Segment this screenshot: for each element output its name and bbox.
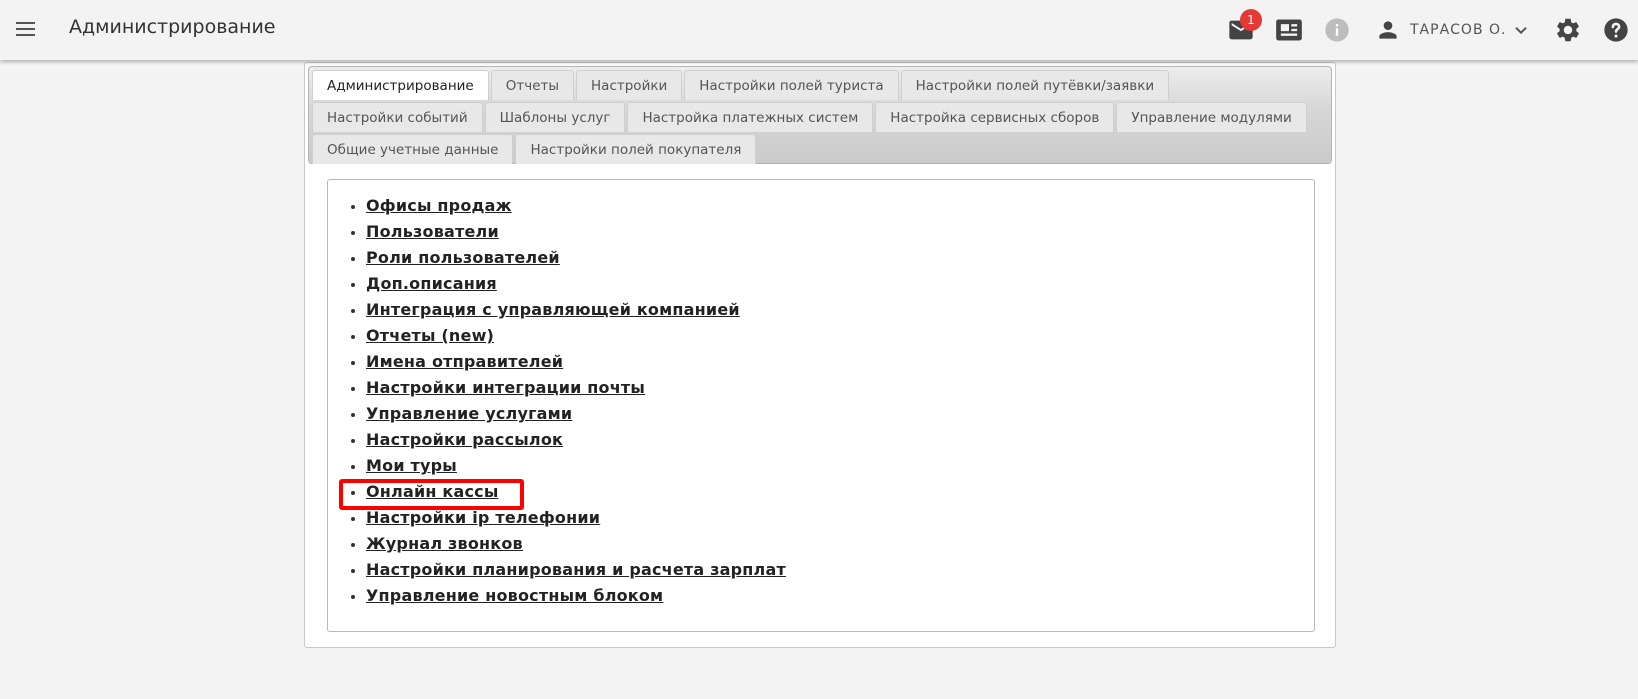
tab-8[interactable]: Настройка платежных систем xyxy=(627,102,874,132)
tab-3[interactable]: Настройки xyxy=(576,70,683,100)
admin-links-box: Офисы продаж Пользователи Роли пользовател… xyxy=(327,179,1315,632)
list-item: Онлайн кассы xyxy=(348,479,786,505)
info-icon[interactable] xyxy=(1323,16,1351,44)
bullet-icon xyxy=(351,231,355,235)
bullet-icon xyxy=(351,569,355,573)
list-item: Имена отправителей xyxy=(348,349,786,375)
page-title: Администрирование xyxy=(69,16,276,38)
tab-7[interactable]: Шаблоны услуг xyxy=(484,102,626,132)
tab-9[interactable]: Настройка сервисных сборов xyxy=(875,102,1115,132)
admin-link[interactable]: Онлайн кассы xyxy=(366,482,499,501)
tab-11[interactable]: Общие учетные данные xyxy=(312,134,514,164)
tab-10[interactable]: Управление модулями xyxy=(1116,102,1307,132)
admin-link[interactable]: Настройки интеграции почты xyxy=(366,378,645,397)
help-icon[interactable] xyxy=(1602,16,1630,44)
tab-5[interactable]: Настройки полей путёвки/заявки xyxy=(900,70,1170,100)
list-item: Настройки рассылок xyxy=(348,427,786,453)
top-app-bar: Администрирование 1 ТАРАСОВ О. xyxy=(0,0,1638,60)
admin-link[interactable]: Управление новостным блоком xyxy=(366,586,663,605)
tab-list: Администрирование Отчеты Настройки Настройк… xyxy=(312,70,1328,166)
admin-panel: Администрирование Отчеты Настройки Настройк… xyxy=(304,62,1336,648)
menu-icon[interactable] xyxy=(13,17,39,43)
person-icon xyxy=(1375,17,1401,43)
list-item: Роли пользователей xyxy=(348,245,786,271)
tab-12[interactable]: Настройки полей покупателя xyxy=(515,134,757,164)
list-item: Мои туры xyxy=(348,453,786,479)
admin-link[interactable]: Доп.описания xyxy=(366,274,497,293)
bullet-icon xyxy=(351,491,355,495)
bullet-icon xyxy=(351,205,355,209)
user-menu[interactable]: ТАРАСОВ О. xyxy=(1375,16,1532,44)
admin-link[interactable]: Интеграция с управляющей компанией xyxy=(366,300,740,319)
admin-link[interactable]: Настройки рассылок xyxy=(366,430,563,449)
list-item: Пользователи xyxy=(348,219,786,245)
list-item: Настройки интеграции почты xyxy=(348,375,786,401)
tab-2[interactable]: Отчеты xyxy=(490,70,575,100)
admin-link[interactable]: Роли пользователей xyxy=(366,248,560,267)
admin-link[interactable]: Журнал звонков xyxy=(366,534,523,553)
admin-link[interactable]: Настройки ip телефонии xyxy=(366,508,600,527)
list-item: Управление новостным блоком xyxy=(348,583,786,609)
tab-bar: Администрирование Отчеты Настройки Настройк… xyxy=(308,66,1332,164)
bullet-icon xyxy=(351,387,355,391)
user-name: ТАРАСОВ О. xyxy=(1410,22,1507,38)
admin-link[interactable]: Пользователи xyxy=(366,222,499,241)
list-item: Офисы продаж xyxy=(348,193,786,219)
bullet-icon xyxy=(351,517,355,521)
bullet-icon xyxy=(351,465,355,469)
gear-icon[interactable] xyxy=(1554,16,1582,44)
notification-badge: 1 xyxy=(1240,9,1262,31)
bullet-icon xyxy=(351,439,355,443)
list-item: Доп.описания xyxy=(348,271,786,297)
bullet-icon xyxy=(351,361,355,365)
admin-link[interactable]: Отчеты (new) xyxy=(366,326,494,345)
newspaper-icon[interactable] xyxy=(1275,16,1303,44)
bullet-icon xyxy=(351,309,355,313)
chevron-down-icon xyxy=(1510,19,1532,41)
bullet-icon xyxy=(351,283,355,287)
admin-link[interactable]: Управление услугами xyxy=(366,404,572,423)
admin-link[interactable]: Имена отправителей xyxy=(366,352,563,371)
admin-links-list: Офисы продаж Пользователи Роли пользовател… xyxy=(348,193,786,609)
tab-4[interactable]: Настройки полей туриста xyxy=(684,70,899,100)
list-item: Отчеты (new) xyxy=(348,323,786,349)
admin-link[interactable]: Настройки планирования и расчета зарплат xyxy=(366,560,786,579)
list-item: Настройки планирования и расчета зарплат xyxy=(348,557,786,583)
list-item: Управление услугами xyxy=(348,401,786,427)
admin-link[interactable]: Мои туры xyxy=(366,456,457,475)
bullet-icon xyxy=(351,595,355,599)
list-item: Настройки ip телефонии xyxy=(348,505,786,531)
bullet-icon xyxy=(351,257,355,261)
list-item: Журнал звонков xyxy=(348,531,786,557)
bullet-icon xyxy=(351,543,355,547)
list-item: Интеграция с управляющей компанией xyxy=(348,297,786,323)
tab-1[interactable]: Администрирование xyxy=(312,70,489,100)
tab-6[interactable]: Настройки событий xyxy=(312,102,483,132)
bullet-icon xyxy=(351,413,355,417)
bullet-icon xyxy=(351,335,355,339)
admin-link[interactable]: Офисы продаж xyxy=(366,196,512,215)
